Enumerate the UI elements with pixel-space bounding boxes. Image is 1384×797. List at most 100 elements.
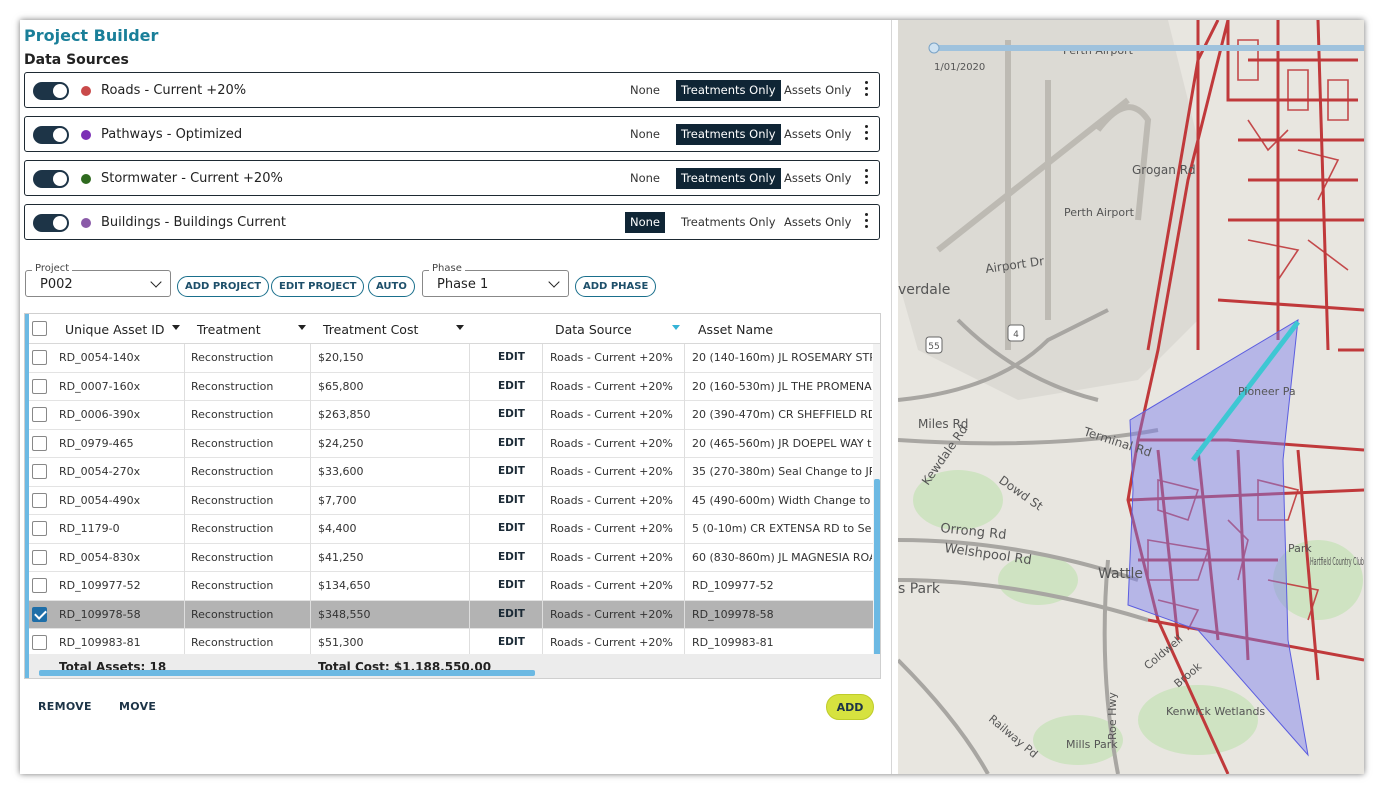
- data-source-card: Roads - Current +20% None Treatments Only A…: [24, 72, 880, 108]
- cell-cost: $7,700: [318, 493, 357, 507]
- cell-asset-name: 45 (490-600m) Width Change to CR: [692, 493, 872, 507]
- mode-option-assets-only[interactable]: Assets Only: [779, 80, 856, 101]
- add-phase-button[interactable]: ADD PHASE: [575, 276, 657, 297]
- kebab-menu-icon[interactable]: [865, 125, 869, 143]
- cell-asset-name: 20 (390-470m) CR SHEFFIELD RD to: [692, 408, 872, 421]
- table-row[interactable]: RD_0054-140x Reconstruction $20,150 EDIT Roa…: [29, 344, 873, 373]
- row-checkbox[interactable]: [32, 606, 47, 622]
- filter-icon[interactable]: [298, 325, 306, 330]
- cell-data-source: Roads - Current +20%: [550, 636, 673, 649]
- filter-icon[interactable]: [456, 325, 464, 330]
- row-checkbox[interactable]: [32, 492, 47, 508]
- mode-option-treatments-only[interactable]: Treatments Only: [676, 80, 781, 101]
- cell-cost: $20,150: [318, 351, 364, 364]
- edit-link[interactable]: EDIT: [498, 494, 525, 506]
- edit-link[interactable]: EDIT: [498, 579, 525, 591]
- column-header-treatment[interactable]: Treatment: [197, 322, 261, 337]
- map-canvas[interactable]: 55 4 Perth Airport Perth Airport Grogan …: [898, 20, 1364, 774]
- row-checkbox[interactable]: [32, 435, 47, 451]
- remove-button[interactable]: REMOVE: [38, 700, 92, 713]
- cell-cost: $65,800: [318, 379, 364, 393]
- vertical-scrollbar[interactable]: [874, 479, 880, 669]
- mode-option-treatments-only[interactable]: Treatments Only: [676, 212, 781, 233]
- table-row[interactable]: RD_109977-52 Reconstruction $134,650 EDIT Ro…: [29, 572, 873, 601]
- table-row[interactable]: RD_0054-830x Reconstruction $41,250 EDIT Roa…: [29, 543, 873, 572]
- add-project-button[interactable]: ADD PROJECT: [177, 276, 270, 297]
- mode-option-treatments-only[interactable]: Treatments Only: [676, 124, 781, 145]
- table-row[interactable]: RD_0006-390x Reconstruction $263,850 EDIT Ro…: [29, 401, 873, 430]
- cell-asset-name: RD_109983-81: [692, 636, 774, 649]
- move-button[interactable]: MOVE: [119, 700, 156, 713]
- row-checkbox[interactable]: [32, 635, 47, 650]
- kebab-menu-icon[interactable]: [865, 213, 869, 231]
- row-checkbox[interactable]: [32, 578, 47, 593]
- filter-active-icon[interactable]: [672, 325, 680, 330]
- cell-data-source: Roads - Current +20%: [550, 408, 673, 421]
- edit-link[interactable]: EDIT: [498, 551, 525, 563]
- table-row[interactable]: RD_0054-270x Reconstruction $33,600 EDIT Roa…: [29, 458, 873, 487]
- column-header-cost[interactable]: Treatment Cost: [323, 322, 418, 337]
- mode-option-none[interactable]: None: [625, 212, 666, 233]
- select-all-checkbox[interactable]: [32, 321, 47, 336]
- column-header-data-source[interactable]: Data Source: [555, 322, 632, 337]
- cell-treatment: Reconstruction: [191, 351, 274, 364]
- edit-link[interactable]: EDIT: [498, 522, 525, 534]
- cell-cost: $51,300: [318, 636, 364, 649]
- table-row[interactable]: RD_0007-160x Reconstruction $65,800 EDIT Roa…: [29, 372, 873, 401]
- table-row[interactable]: RD_109978-58 Reconstruction $348,550 EDIT Ro…: [29, 600, 873, 629]
- filter-icon[interactable]: [172, 325, 180, 330]
- column-header-asset-name[interactable]: Asset Name: [698, 322, 773, 337]
- edit-link[interactable]: EDIT: [498, 608, 525, 620]
- data-source-label: Stormwater - Current +20%: [101, 171, 283, 186]
- edit-link[interactable]: EDIT: [498, 465, 525, 477]
- row-checkbox[interactable]: [32, 350, 47, 365]
- data-source-toggle[interactable]: [33, 126, 69, 144]
- cell-asset-id: RD_0979-465: [59, 436, 134, 450]
- data-source-label: Buildings - Buildings Current: [101, 215, 286, 230]
- data-source-toggle[interactable]: [33, 82, 69, 100]
- phase-select[interactable]: Phase Phase 1: [422, 263, 569, 297]
- add-button[interactable]: ADD: [826, 694, 874, 720]
- row-checkbox[interactable]: [32, 521, 47, 536]
- cell-asset-name: RD_109978-58: [692, 607, 774, 621]
- map-label: Perth Airport: [1064, 206, 1135, 219]
- table-row[interactable]: RD_1179-0 Reconstruction $4,400 EDIT Roads -…: [29, 515, 873, 544]
- row-checkbox[interactable]: [32, 549, 47, 565]
- kebab-menu-icon[interactable]: [865, 169, 869, 187]
- data-source-color-dot: [81, 130, 91, 140]
- mode-option-assets-only[interactable]: Assets Only: [779, 124, 856, 145]
- mode-option-assets-only[interactable]: Assets Only: [779, 168, 856, 189]
- data-source-toggle[interactable]: [33, 170, 69, 188]
- edit-link[interactable]: EDIT: [498, 380, 525, 392]
- row-checkbox[interactable]: [32, 378, 47, 394]
- horizontal-scrollbar[interactable]: [39, 670, 535, 676]
- edit-project-button[interactable]: EDIT PROJECT: [271, 276, 365, 297]
- table-row[interactable]: RD_0979-465 Reconstruction $24,250 EDIT Road…: [29, 429, 873, 458]
- row-checkbox[interactable]: [32, 407, 47, 422]
- project-select-value: P002: [40, 277, 73, 292]
- asset-grid: Unique Asset ID Treatment Treatment Cost…: [24, 313, 881, 679]
- data-source-toggle[interactable]: [33, 214, 69, 232]
- project-select[interactable]: Project P002: [25, 263, 171, 297]
- edit-link[interactable]: EDIT: [498, 408, 525, 420]
- auto-button[interactable]: AUTO: [368, 276, 415, 297]
- cell-cost: $263,850: [318, 408, 371, 421]
- kebab-menu-icon[interactable]: [865, 81, 869, 99]
- mode-option-none[interactable]: None: [625, 168, 665, 189]
- column-header-asset-id[interactable]: Unique Asset ID: [65, 322, 165, 337]
- edit-link[interactable]: EDIT: [498, 351, 525, 363]
- svg-text:55: 55: [928, 342, 939, 352]
- table-row[interactable]: RD_0054-490x Reconstruction $7,700 EDIT Road…: [29, 486, 873, 515]
- mode-option-treatments-only[interactable]: Treatments Only: [676, 168, 781, 189]
- row-checkbox[interactable]: [32, 464, 47, 479]
- map-view[interactable]: 55 4 Perth Airport Perth Airport Grogan …: [898, 20, 1364, 774]
- park-area: [1138, 685, 1258, 755]
- map-label: Hartfield Country Club: [1310, 555, 1364, 568]
- edit-link[interactable]: EDIT: [498, 636, 525, 648]
- mode-option-none[interactable]: None: [625, 124, 665, 145]
- mode-option-assets-only[interactable]: Assets Only: [779, 212, 856, 233]
- edit-link[interactable]: EDIT: [498, 437, 525, 449]
- toggle-knob: [53, 172, 67, 186]
- cell-cost: $4,400: [318, 522, 357, 535]
- mode-option-none[interactable]: None: [625, 80, 665, 101]
